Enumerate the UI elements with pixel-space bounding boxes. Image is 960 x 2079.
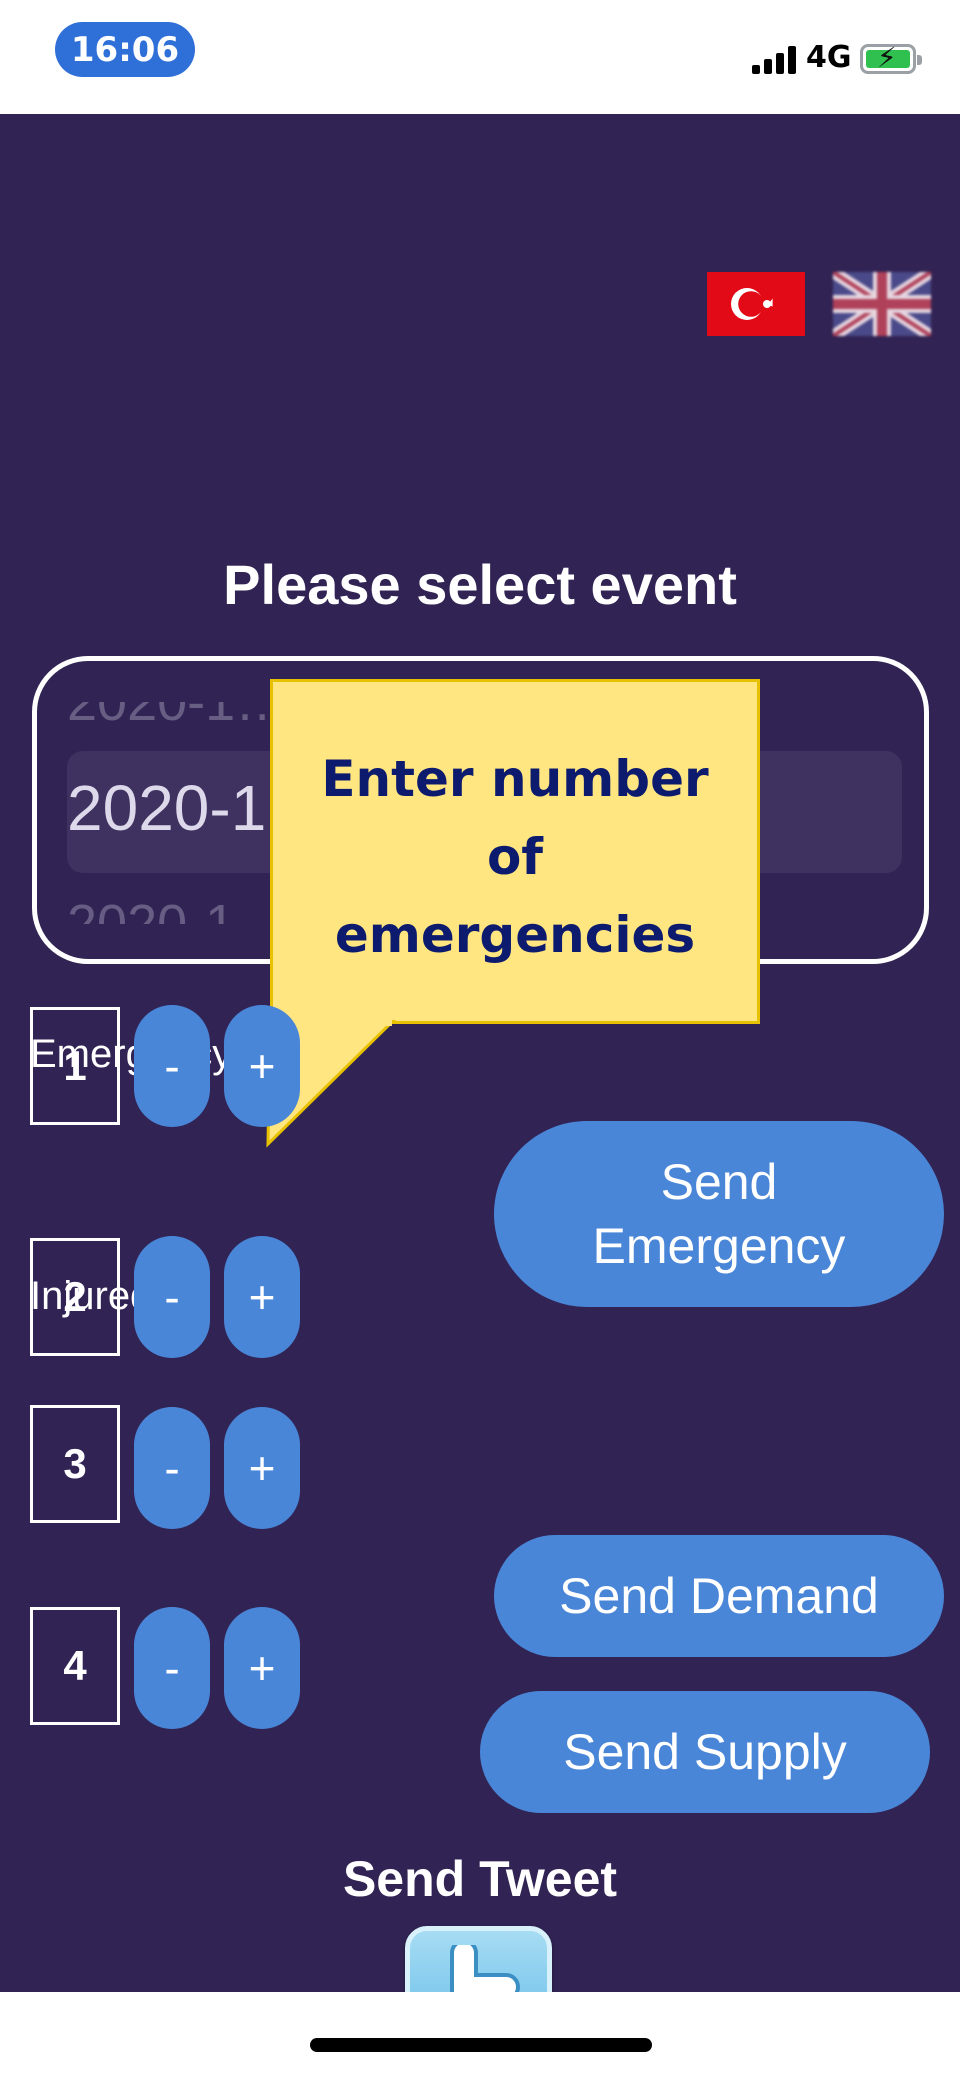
status-bar: 16:06 4G ⚡ bbox=[0, 0, 960, 114]
tooltip-text-line: of bbox=[486, 828, 544, 886]
demand-increment-button[interactable]: + bbox=[224, 1407, 300, 1529]
onboarding-tooltip: Enter number of emergencies bbox=[270, 679, 760, 1024]
injured-decrement-button[interactable]: - bbox=[134, 1236, 210, 1358]
tooltip-text-line: emergencies bbox=[334, 906, 696, 964]
emergency-count: 1 bbox=[30, 1007, 120, 1125]
supply-increment-button[interactable]: + bbox=[224, 1607, 300, 1729]
uk-flag-icon[interactable] bbox=[829, 266, 935, 342]
page-title: Please select event bbox=[223, 553, 737, 616]
battery-icon: ⚡ bbox=[860, 43, 922, 74]
cellular-signal-icon bbox=[752, 46, 798, 74]
injured-increment-button[interactable]: + bbox=[224, 1236, 300, 1358]
network-type: 4G bbox=[806, 40, 852, 75]
emergency-increment-button[interactable]: + bbox=[224, 1005, 300, 1127]
emergency-decrement-button[interactable]: - bbox=[134, 1005, 210, 1127]
demand-count: 3 bbox=[30, 1405, 120, 1523]
send-demand-button[interactable]: Send Demand bbox=[494, 1535, 944, 1657]
status-time: 16:06 bbox=[55, 22, 195, 77]
demand-decrement-button[interactable]: - bbox=[134, 1407, 210, 1529]
supply-count: 4 bbox=[30, 1607, 120, 1725]
app-screen: Please select event 2020-1… …RE… 2020-1…… bbox=[0, 114, 960, 2073]
send-supply-button[interactable]: Send Supply bbox=[480, 1691, 930, 1813]
supply-decrement-button[interactable]: - bbox=[134, 1607, 210, 1729]
send-emergency-label-line1: Send bbox=[660, 1154, 778, 1210]
home-bar bbox=[0, 1992, 960, 2079]
send-emergency-button[interactable]: Send Emergency bbox=[494, 1121, 944, 1307]
home-indicator[interactable] bbox=[310, 2038, 652, 2052]
send-emergency-label-line2: Emergency bbox=[592, 1218, 846, 1274]
injured-count: 2 bbox=[30, 1238, 120, 1356]
turkey-flag-icon[interactable] bbox=[707, 272, 805, 336]
send-tweet-label: Send Tweet bbox=[342, 1851, 618, 1907]
tooltip-text-line: Enter number bbox=[321, 750, 709, 808]
